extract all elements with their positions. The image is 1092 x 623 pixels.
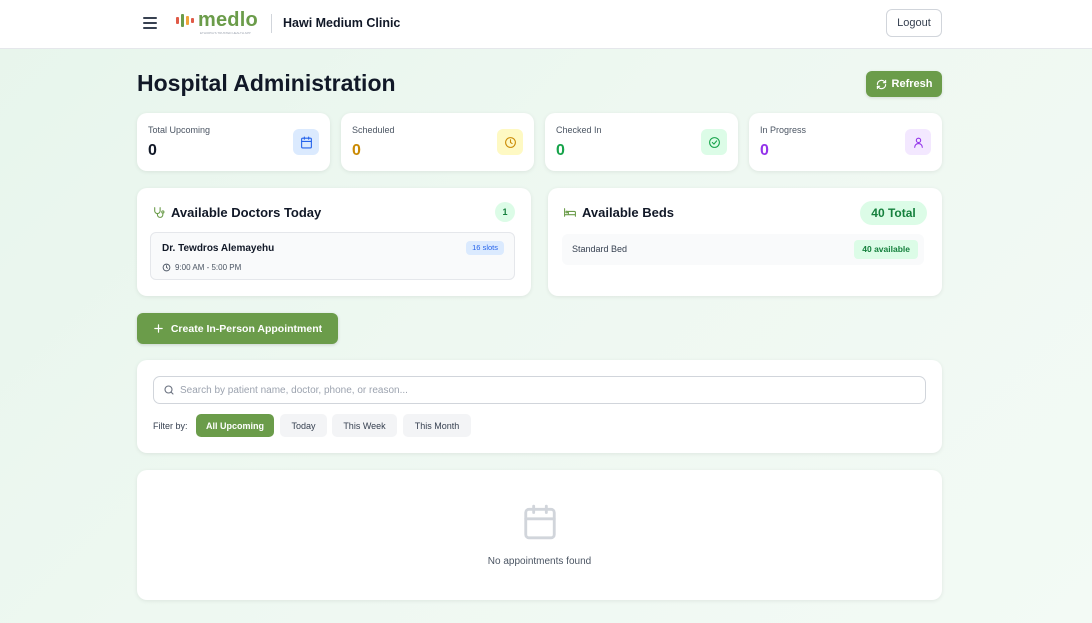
logout-button[interactable]: Logout (886, 9, 942, 37)
filter-this-week[interactable]: This Week (332, 414, 397, 437)
stat-card-total-upcoming: Total Upcoming 0 (137, 113, 330, 171)
create-appointment-label: Create In-Person Appointment (170, 322, 323, 335)
available-beds-panel: Available Beds 40 Total Standard Bed 40 … (548, 188, 942, 296)
check-circle-icon (701, 129, 727, 155)
user-icon (905, 129, 931, 155)
create-appointment-button[interactable]: Create In-Person Appointment (137, 313, 338, 344)
search-input[interactable] (180, 380, 915, 400)
refresh-label: Refresh (891, 78, 933, 90)
filter-label: Filter by: (153, 421, 188, 431)
stat-value: 0 (352, 142, 361, 159)
top-bar: medlo ETHIOPIA'S TRUSTED HEALTH APP Hawi… (0, 0, 1092, 49)
bed-icon (564, 208, 576, 217)
doctor-hours: 9:00 AM - 5:00 PM (175, 263, 242, 272)
bed-type-row: Standard Bed 40 available (562, 234, 924, 265)
page-title: Hospital Administration (137, 70, 396, 96)
clock-icon (497, 129, 523, 155)
bed-type-name: Standard Bed (572, 244, 628, 254)
available-doctors-panel: Available Doctors Today 1 Dr. Tewdros Al… (137, 188, 531, 296)
appointments-list: No appointments found (137, 470, 942, 600)
stat-card-scheduled: Scheduled 0 (341, 113, 534, 171)
refresh-icon (876, 79, 886, 89)
calendar-icon (293, 129, 319, 155)
doctor-count-badge: 1 (495, 202, 515, 222)
slots-badge: 16 slots (466, 241, 504, 255)
header-divider (271, 14, 272, 33)
stat-card-checked-in: Checked In 0 (545, 113, 738, 171)
filter-this-month[interactable]: This Month (403, 414, 471, 437)
stat-value: 0 (556, 142, 565, 159)
clock-icon (162, 263, 171, 272)
stat-label: Total Upcoming (148, 125, 211, 135)
stat-label: In Progress (760, 125, 807, 135)
stat-label: Checked In (556, 125, 602, 135)
refresh-button[interactable]: Refresh (866, 71, 942, 97)
stat-value: 0 (148, 142, 157, 159)
medlo-logo[interactable]: medlo ETHIOPIA'S TRUSTED HEALTH APP (176, 10, 258, 36)
search-box[interactable] (153, 376, 926, 404)
calendar-icon (524, 504, 556, 540)
search-icon (164, 385, 174, 395)
empty-state-text: No appointments found (487, 556, 592, 567)
panel-title: Available Beds (582, 205, 675, 220)
stat-label: Scheduled (352, 125, 395, 135)
logo-bars-icon (176, 10, 194, 30)
search-filter-panel: Filter by: All Upcoming Today This Week … (137, 360, 942, 453)
stethoscope-icon (154, 207, 165, 218)
bed-available-badge: 40 available (854, 240, 918, 259)
filter-all-upcoming[interactable]: All Upcoming (196, 414, 274, 437)
logo-text: medlo (198, 9, 258, 31)
stat-card-in-progress: In Progress 0 (749, 113, 942, 171)
doctor-name: Dr. Tewdros Alemayehu (162, 243, 275, 254)
clinic-name: Hawi Medium Clinic (283, 16, 401, 30)
menu-icon[interactable] (141, 14, 159, 32)
stat-value: 0 (760, 142, 769, 159)
panel-title: Available Doctors Today (171, 205, 322, 220)
plus-icon (154, 324, 163, 333)
beds-total-badge: 40 Total (860, 201, 927, 225)
logo-tagline: ETHIOPIA'S TRUSTED HEALTH APP (200, 31, 251, 35)
filter-today[interactable]: Today (280, 414, 327, 437)
doctor-card[interactable]: Dr. Tewdros Alemayehu 16 slots 9:00 AM -… (150, 232, 515, 280)
